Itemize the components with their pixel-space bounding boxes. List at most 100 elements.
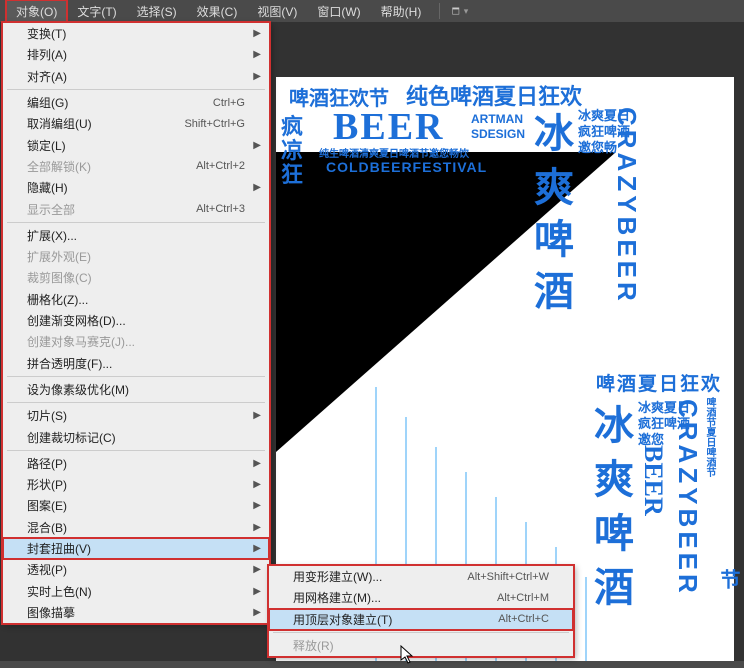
artwork-text: 爽 <box>594 447 634 505</box>
menu-item-[interactable]: 图像描摹▶ <box>3 602 269 623</box>
menu-effect[interactable]: 效果(C) <box>187 0 248 23</box>
submenu-arrow-icon: ▶ <box>253 182 261 193</box>
submenu-arrow-icon: ▶ <box>253 49 261 60</box>
submenu-shortcut: Alt+Ctrl+M <box>497 592 549 604</box>
menu-item-label: 创建裁切标记(C) <box>27 429 116 446</box>
object-dropdown-menu[interactable]: 变换(T)▶ 排列(A) ▶ 对齐(A) ▶ 编组(G)Ctrl+G取消编组(U)Shif… <box>2 22 270 624</box>
menu-separator <box>7 89 265 90</box>
menu-item-label: 栅格化(Z)... <box>27 291 88 308</box>
menu-item-label: 切片(S) <box>27 407 67 424</box>
menu-item-p[interactable]: 路径(P)▶ <box>3 453 269 474</box>
menu-item-p[interactable]: 形状(P)▶ <box>3 474 269 495</box>
artwork-text: CRAZYBEER <box>611 107 642 305</box>
menu-item-label: 透视(P) <box>27 561 67 578</box>
menu-item-label: 裁剪图像(C) <box>27 269 92 286</box>
menu-item-label: 全部解锁(K) <box>27 158 91 175</box>
menu-item-label: 设为像素级优化(M) <box>27 381 129 398</box>
mouse-cursor-icon <box>400 645 416 668</box>
menu-separator <box>7 222 265 223</box>
artwork-text: 冰 <box>534 101 574 159</box>
menu-item-label: 封套扭曲(V) <box>27 540 91 557</box>
menu-item-label: 图案(E) <box>27 497 67 514</box>
submenu-arrow-icon: ▶ <box>253 140 261 151</box>
submenu-item-label: 用变形建立(W)... <box>293 568 382 585</box>
menu-item-z[interactable]: 栅格化(Z)... <box>3 289 269 310</box>
menu-help[interactable]: 帮助(H) <box>371 0 432 23</box>
menu-item-n[interactable]: 实时上色(N)▶ <box>3 580 269 601</box>
menu-item-d[interactable]: 创建渐变网格(D)... <box>3 310 269 331</box>
menu-item-g[interactable]: 编组(G)Ctrl+G <box>3 92 269 113</box>
submenu-item-1[interactable]: 用网格建立(M)... Alt+Ctrl+M <box>269 587 573 608</box>
submenu-arrow-icon: ▶ <box>253 607 261 618</box>
menu-item-s[interactable]: 切片(S)▶ <box>3 405 269 426</box>
artwork-text: CRAZYBEER <box>672 399 703 597</box>
artwork-text: 狂 <box>281 157 303 189</box>
submenu-arrow-icon: ▶ <box>253 522 261 533</box>
menu-item-e: 扩展外观(E) <box>3 246 269 267</box>
menu-item-x[interactable]: 扩展(X)... <box>3 225 269 246</box>
envelope-distort-submenu[interactable]: 用变形建立(W)...Alt+Shift+Ctrl+W 用网格建立(M)... Al… <box>268 565 574 657</box>
menu-item-h[interactable]: 隐藏(H) ▶ <box>3 177 269 198</box>
menu-item-label: 形状(P) <box>27 476 67 493</box>
menu-item-label: 排列(A) <box>27 46 67 63</box>
menu-shortcut: Ctrl+G <box>213 97 245 109</box>
menu-item-v[interactable]: 封套扭曲(V) ▶ <box>3 538 269 559</box>
menu-shortcut: Alt+Ctrl+2 <box>196 160 245 172</box>
menu-select[interactable]: 选择(S) <box>127 0 187 23</box>
submenu-item-label: 释放(R) <box>293 637 334 654</box>
submenu-item-0[interactable]: 用变形建立(W)...Alt+Shift+Ctrl+W <box>269 566 573 587</box>
menu-separator <box>273 632 569 633</box>
artwork-text: 爽 <box>534 155 574 213</box>
menu-item-m[interactable]: 设为像素级优化(M) <box>3 379 269 400</box>
submenu-arrow-icon: ▶ <box>253 71 261 82</box>
menu-item-e[interactable]: 图案(E) ▶ <box>3 495 269 516</box>
submenu-arrow-icon: ▶ <box>253 500 261 511</box>
submenu-item-3: 释放(R) <box>269 635 573 656</box>
menu-item-j: 创建对象马赛克(J)... <box>3 331 269 352</box>
menu-separator <box>7 450 265 451</box>
menu-item-f[interactable]: 拼合透明度(F)... <box>3 352 269 373</box>
submenu-arrow-icon: ▶ <box>253 586 261 597</box>
menu-item-label: 对齐(A) <box>27 68 67 85</box>
menu-object[interactable]: 对象(O) <box>6 0 67 23</box>
menu-item-p[interactable]: 透视(P)▶ <box>3 559 269 580</box>
artwork-text: 纯生啤酒清爽夏日啤酒节邀您畅饮 <box>319 145 469 160</box>
menu-item-a[interactable]: 对齐(A) ▶ <box>3 66 269 87</box>
menu-item-label: 创建渐变网格(D)... <box>27 312 126 329</box>
menu-item-k: 全部解锁(K) Alt+Ctrl+2 <box>3 156 269 177</box>
menu-item-b[interactable]: 混合(B) ▶ <box>3 517 269 538</box>
menu-view[interactable]: 视图(V) <box>247 0 307 23</box>
menu-item-c[interactable]: 创建裁切标记(C) <box>3 426 269 447</box>
menu-item-a[interactable]: 排列(A) ▶ <box>3 44 269 65</box>
artwork-text: COLDBEERFESTIVAL <box>326 159 487 175</box>
menu-item-label: 显示全部 <box>27 201 75 218</box>
chevron-down-icon: ▾ <box>464 6 469 17</box>
submenu-arrow-icon: ▶ <box>253 28 261 39</box>
menu-item-t[interactable]: 变换(T)▶ <box>3 23 269 44</box>
menu-item-label: 混合(B) <box>27 519 67 536</box>
menu-item-label: 锁定(L) <box>27 137 66 154</box>
menu-window[interactable]: 窗口(W) <box>307 0 370 23</box>
menu-item-label: 隐藏(H) <box>27 179 68 196</box>
artwork-text: 酒 <box>594 555 634 613</box>
artwork-text: 啤 <box>534 207 574 265</box>
artwork-text: ARTMAN <box>471 112 523 126</box>
artwork-text: 酒 <box>534 259 574 317</box>
artwork-text: 啤酒夏日狂欢 <box>596 369 722 396</box>
menu-item-l[interactable]: 锁定(L) ▶ <box>3 134 269 155</box>
menu-text[interactable]: 文字(T) <box>67 0 126 23</box>
menu-item-label: 取消编组(U) <box>27 115 92 132</box>
submenu-arrow-icon: ▶ <box>253 543 261 554</box>
menu-item-label: 创建对象马赛克(J)... <box>27 333 135 350</box>
menu-item-: 显示全部Alt+Ctrl+3 <box>3 198 269 219</box>
submenu-shortcut: Alt+Ctrl+C <box>498 613 549 625</box>
toolbar-divider <box>439 3 440 19</box>
artwork-text: 节 <box>714 569 743 589</box>
menu-item-label: 扩展外观(E) <box>27 248 91 265</box>
menu-item-u[interactable]: 取消编组(U)Shift+Ctrl+G <box>3 113 269 134</box>
menu-separator <box>7 376 265 377</box>
submenu-item-label: 用网格建立(M)... <box>293 589 381 606</box>
menu-item-c: 裁剪图像(C) <box>3 267 269 288</box>
submenu-item-2[interactable]: 用顶层对象建立(T)Alt+Ctrl+C <box>269 609 573 630</box>
document-arrangement-icon[interactable]: ▾ <box>452 3 468 19</box>
